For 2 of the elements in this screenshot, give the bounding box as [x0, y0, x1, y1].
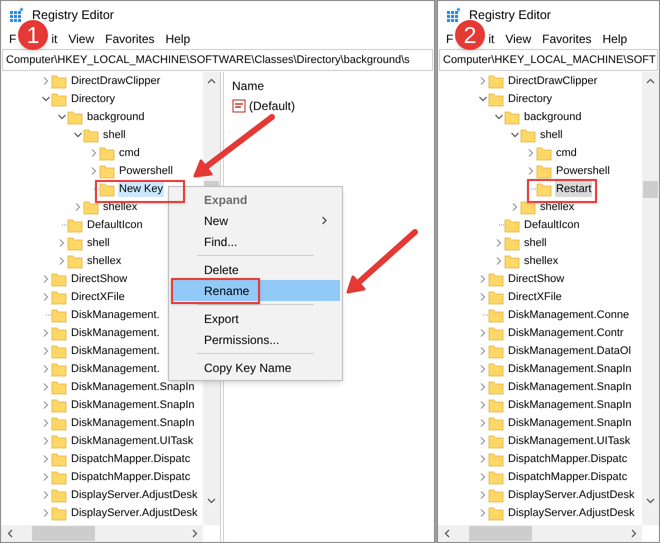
step-badge: 2 — [455, 20, 485, 50]
step-badge: 1 — [18, 20, 48, 50]
